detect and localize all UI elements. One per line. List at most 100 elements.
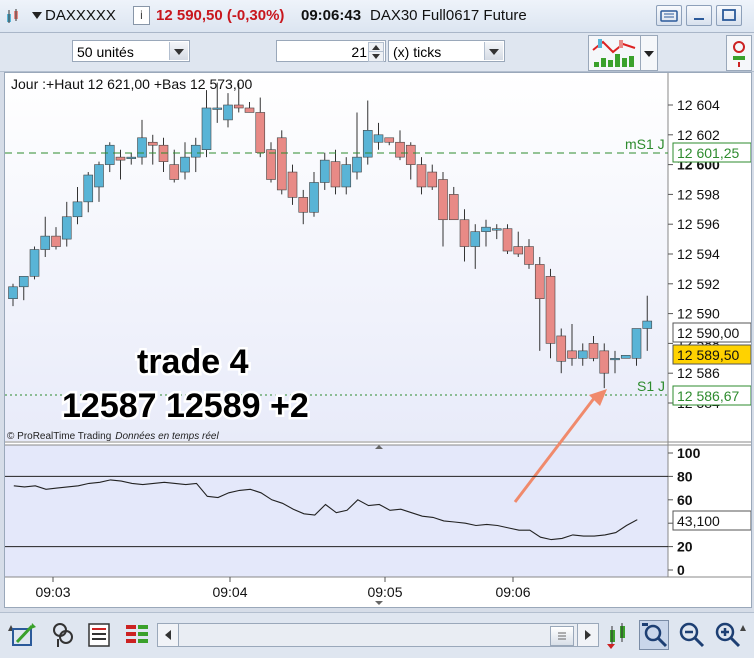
indicator-tick-label: 100 xyxy=(677,445,701,461)
ticks-unit-select[interactable]: (x) ticks xyxy=(388,40,505,62)
price-tick-label: 12 592 xyxy=(677,276,720,292)
candle-body xyxy=(104,144,115,165)
candle-arrow-icon xyxy=(607,623,625,649)
price-pane-background xyxy=(5,73,668,441)
zoom-area-button[interactable] xyxy=(639,620,669,650)
ticks-value: 21 xyxy=(351,44,367,60)
symbol-label[interactable]: DAXXXXX xyxy=(45,7,116,24)
ticks-stepper[interactable]: 21 xyxy=(276,40,386,62)
candle-body xyxy=(115,156,126,161)
zoom-out-button[interactable] xyxy=(676,620,706,650)
candle-body xyxy=(276,137,287,191)
candle-body xyxy=(244,107,255,113)
candle-body xyxy=(352,156,362,173)
candle-body xyxy=(384,137,395,143)
scroll-right-icon xyxy=(585,630,591,640)
ticks-unit-value: (x) ticks xyxy=(393,44,442,60)
quantity-value: 50 unités xyxy=(77,44,134,60)
instrument-name: DAX30 Full0617 Future xyxy=(370,7,527,24)
candle-body xyxy=(448,194,459,221)
indicators-button[interactable] xyxy=(588,35,642,71)
stepper-down-icon[interactable] xyxy=(368,51,384,62)
candle-body xyxy=(502,228,513,252)
candle-body xyxy=(190,144,201,158)
scroll-left-button[interactable] xyxy=(158,624,179,646)
candle-body xyxy=(545,276,556,344)
candle-body xyxy=(416,164,427,188)
report-icon xyxy=(88,623,110,647)
chevron-down-icon[interactable] xyxy=(484,42,503,60)
candle-body xyxy=(513,246,524,255)
last-price-tag-text: 12 589,50 xyxy=(677,347,739,363)
maximize-button[interactable] xyxy=(716,5,742,26)
scroll-right-button[interactable] xyxy=(577,624,598,646)
order-book-button[interactable] xyxy=(122,620,152,650)
price-chart[interactable]: 12 60412 60212 60012 59812 59612 59412 5… xyxy=(5,73,751,607)
candle-body xyxy=(491,228,502,231)
price-change: 12 590,50 (-0,30%) xyxy=(156,7,285,24)
prev-price-tag-text: 12 590,00 xyxy=(677,325,739,341)
chevron-down-icon[interactable] xyxy=(32,12,42,20)
zoom-in-icon xyxy=(715,622,741,648)
time-tick-label: 09:05 xyxy=(367,584,402,600)
minimize-button[interactable] xyxy=(686,5,712,26)
chart-panel[interactable]: 12 604 12 602 12 600 12 598 12 596 12 594 12 5… xyxy=(4,72,752,608)
candle-body xyxy=(405,144,416,165)
candle-body xyxy=(330,161,341,188)
indicators-menu-button[interactable] xyxy=(640,35,658,71)
candle-body xyxy=(180,156,190,173)
candle-body xyxy=(137,137,147,158)
clock-time: 09:06:43 xyxy=(301,7,362,24)
candle-body xyxy=(72,201,83,218)
info-icon[interactable]: i xyxy=(133,6,150,25)
ms1-level-label: mS1 J xyxy=(625,136,665,152)
price-tick-label: 12 594 xyxy=(677,246,720,262)
chevron-down-icon[interactable] xyxy=(169,42,188,60)
time-tick-label: 09:04 xyxy=(212,584,247,600)
candle-body xyxy=(255,112,266,153)
candle-body xyxy=(373,134,384,143)
candle-body xyxy=(169,164,180,180)
chart-type-icon[interactable] xyxy=(5,8,21,24)
draw-line-button[interactable] xyxy=(10,620,40,650)
candle-body xyxy=(459,219,470,247)
candle-body xyxy=(341,164,352,188)
order-book-icon xyxy=(126,625,148,643)
candle-body xyxy=(287,171,298,198)
zoom-area-icon xyxy=(642,623,668,648)
candle-body xyxy=(212,107,223,110)
list-button[interactable] xyxy=(85,620,115,650)
resize-handle-icon[interactable] xyxy=(375,601,383,605)
magnet-icon xyxy=(53,623,73,647)
magnet-button[interactable] xyxy=(48,620,78,650)
candle-body xyxy=(298,197,309,213)
indicator-tick-label: 0 xyxy=(677,562,685,578)
horizontal-scrollbar[interactable] xyxy=(157,623,599,647)
candle-body xyxy=(642,320,653,329)
candle-body xyxy=(620,355,631,359)
candle-body xyxy=(610,357,620,361)
candle-body xyxy=(126,156,137,159)
auto-scroll-button[interactable] xyxy=(604,620,634,650)
candle-body xyxy=(577,350,588,359)
indicators-icon xyxy=(592,39,636,67)
candle-body xyxy=(481,226,491,232)
settings-side-button[interactable] xyxy=(726,35,752,71)
candle-body xyxy=(147,141,158,146)
candle-body xyxy=(309,182,319,213)
candle-body xyxy=(266,149,276,180)
candle-body xyxy=(201,107,212,151)
trade-annotation-title: trade 4 xyxy=(137,343,249,381)
candle-body xyxy=(8,286,18,299)
indicator-tick-label: 20 xyxy=(677,539,693,555)
price-tick-label: 12 586 xyxy=(677,365,720,381)
quantity-select[interactable]: 50 unités xyxy=(72,40,190,62)
zoom-in-button[interactable] xyxy=(712,620,742,650)
ms1-price-tag-text: 12 601,25 xyxy=(677,145,739,161)
candle-body xyxy=(18,276,29,288)
price-tick-label: 12 604 xyxy=(677,97,720,113)
price-tick-label: 12 598 xyxy=(677,186,720,202)
time-tick-label: 09:06 xyxy=(495,584,530,600)
scroll-thumb[interactable] xyxy=(550,626,574,646)
keyboard-icon[interactable] xyxy=(656,5,682,26)
